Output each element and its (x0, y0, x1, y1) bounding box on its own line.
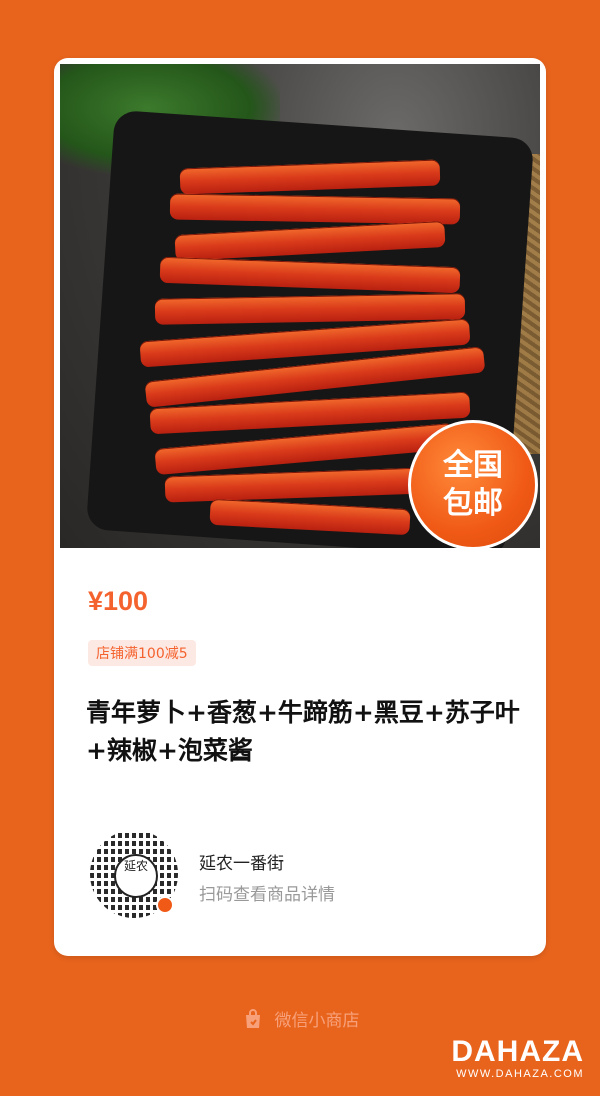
price: ¥100 (88, 586, 149, 616)
product-title: 青年萝卜+香葱+牛蹄筋+黑豆+苏子叶+辣椒+泡菜酱 (86, 698, 520, 765)
product-image[interactable]: 全国 包邮 (60, 64, 540, 548)
footer-label: 微信小商店 (274, 1011, 360, 1031)
watermark-url: WWW.DAHAZA.COM (456, 1068, 584, 1080)
scan-prompt: 扫码查看商品详情 (199, 885, 335, 905)
badge-line-1: 全国 (443, 448, 503, 483)
food-strip (154, 293, 466, 325)
footer: 微信小商店 (0, 1006, 600, 1031)
qr-corner-icon (156, 896, 174, 914)
shop-name: 延农一番街 (199, 854, 284, 874)
badge-line-2: 包邮 (443, 486, 503, 521)
qr-center-logo: 延农 (114, 854, 158, 898)
watermark: DAHAZA WWW.DAHAZA.COM (451, 1035, 584, 1081)
watermark-brand: DAHAZA (451, 1035, 584, 1068)
qr-code[interactable]: 延农 (90, 830, 178, 918)
coupon-tag[interactable]: 店铺满100减5 (88, 640, 196, 666)
food-strip (169, 193, 461, 225)
product-card[interactable]: 全国 包邮 ¥100 店铺满100减5 青年萝卜+香葱+牛蹄筋+黑豆+苏子叶+辣… (54, 58, 546, 956)
shopping-bag-icon (245, 1008, 260, 1028)
free-shipping-badge: 全国 包邮 (408, 420, 538, 548)
